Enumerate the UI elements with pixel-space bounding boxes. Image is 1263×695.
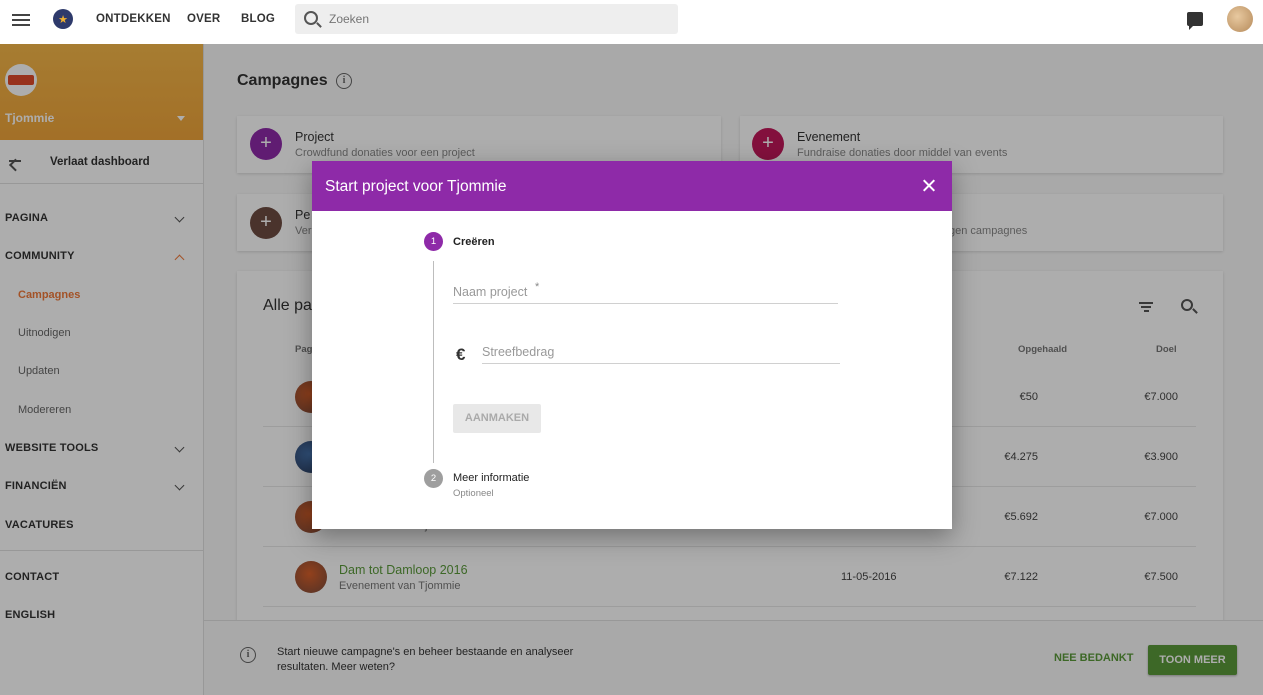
close-icon[interactable] <box>920 177 938 195</box>
user-avatar[interactable] <box>1227 6 1253 32</box>
chat-icon[interactable] <box>1187 12 1203 30</box>
required-marker: * <box>535 281 540 293</box>
step-1-label[interactable]: Creëren <box>453 236 495 248</box>
goal-amount-field[interactable] <box>482 342 840 364</box>
step-2-label[interactable]: Meer informatie <box>453 472 529 484</box>
dialog-header: Start project voor Tjommie <box>312 161 952 211</box>
dialog-title: Start project voor Tjommie <box>325 178 507 195</box>
project-name-input[interactable] <box>453 282 838 302</box>
step-2-indicator: 2 <box>424 469 443 488</box>
step-1-indicator: 1 <box>424 232 443 251</box>
goal-amount-input[interactable] <box>482 342 840 362</box>
hamburger-menu-icon[interactable] <box>12 11 30 27</box>
project-name-field[interactable]: * <box>453 281 838 304</box>
start-project-dialog: Start project voor Tjommie 1 Creëren * €… <box>312 161 952 529</box>
search-input[interactable] <box>329 10 659 28</box>
nav-blog[interactable]: BLOG <box>241 13 275 25</box>
step-2-optional: Optioneel <box>453 488 494 499</box>
create-button[interactable]: AANMAKEN <box>453 404 541 433</box>
nav-discover[interactable]: ONTDEKKEN <box>96 13 171 25</box>
top-app-bar: ★ ONTDEKKEN OVER BLOG <box>0 0 1263 44</box>
stepper-connector <box>433 261 434 463</box>
site-logo[interactable]: ★ <box>53 9 73 29</box>
search-box <box>295 4 678 34</box>
euro-icon: € <box>456 345 466 364</box>
nav-about[interactable]: OVER <box>187 13 220 25</box>
search-icon[interactable] <box>304 11 318 25</box>
